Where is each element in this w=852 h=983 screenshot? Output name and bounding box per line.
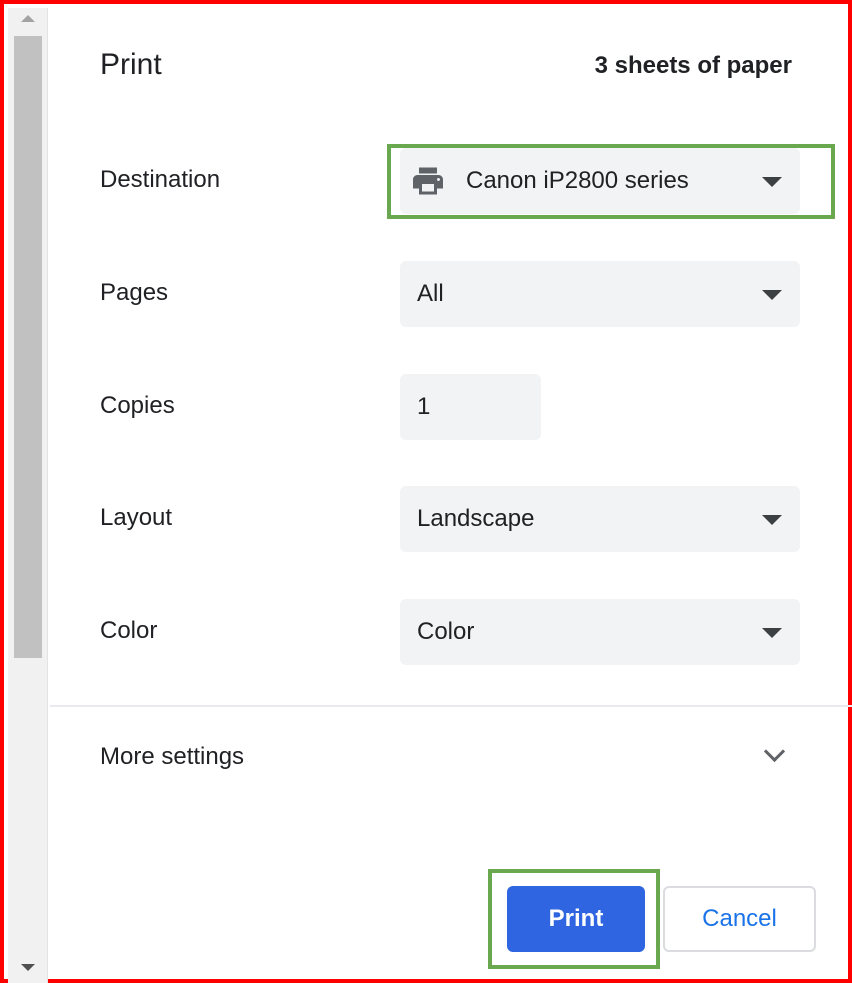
dialog-title: Print [100,48,162,81]
destination-highlight-box [387,144,835,219]
cancel-button[interactable]: Cancel [663,886,816,952]
copies-label: Copies [100,392,175,419]
color-label: Color [100,617,158,644]
dropdown-arrow-icon [762,290,782,300]
layout-label: Layout [100,504,173,531]
scroll-down-arrow-icon[interactable] [21,964,35,971]
dropdown-arrow-icon [762,628,782,638]
chevron-down-icon [763,740,786,763]
destination-label: Destination [100,166,221,193]
layout-value: Landscape [417,505,535,532]
dropdown-arrow-icon [762,515,782,525]
layout-select[interactable]: Landscape [400,486,800,552]
scrollbar[interactable] [8,8,48,983]
pages-value: All [417,280,444,307]
color-select[interactable]: Color [400,599,800,665]
more-settings-toggle[interactable]: More settings [50,720,852,796]
pages-select[interactable]: All [400,261,800,327]
print-dialog-frame: Print 3 sheets of paper Destination Cano… [0,0,852,983]
copies-value: 1 [417,393,431,420]
pages-label: Pages [100,279,169,306]
print-button-highlight-box [488,869,660,969]
section-divider [50,705,852,707]
color-value: Color [417,618,475,645]
scroll-thumb[interactable] [14,36,42,658]
copies-input[interactable]: 1 [400,374,541,440]
scroll-up-arrow-icon[interactable] [21,15,35,22]
sheet-count: 3 sheets of paper [594,52,792,79]
more-settings-label: More settings [100,743,245,770]
